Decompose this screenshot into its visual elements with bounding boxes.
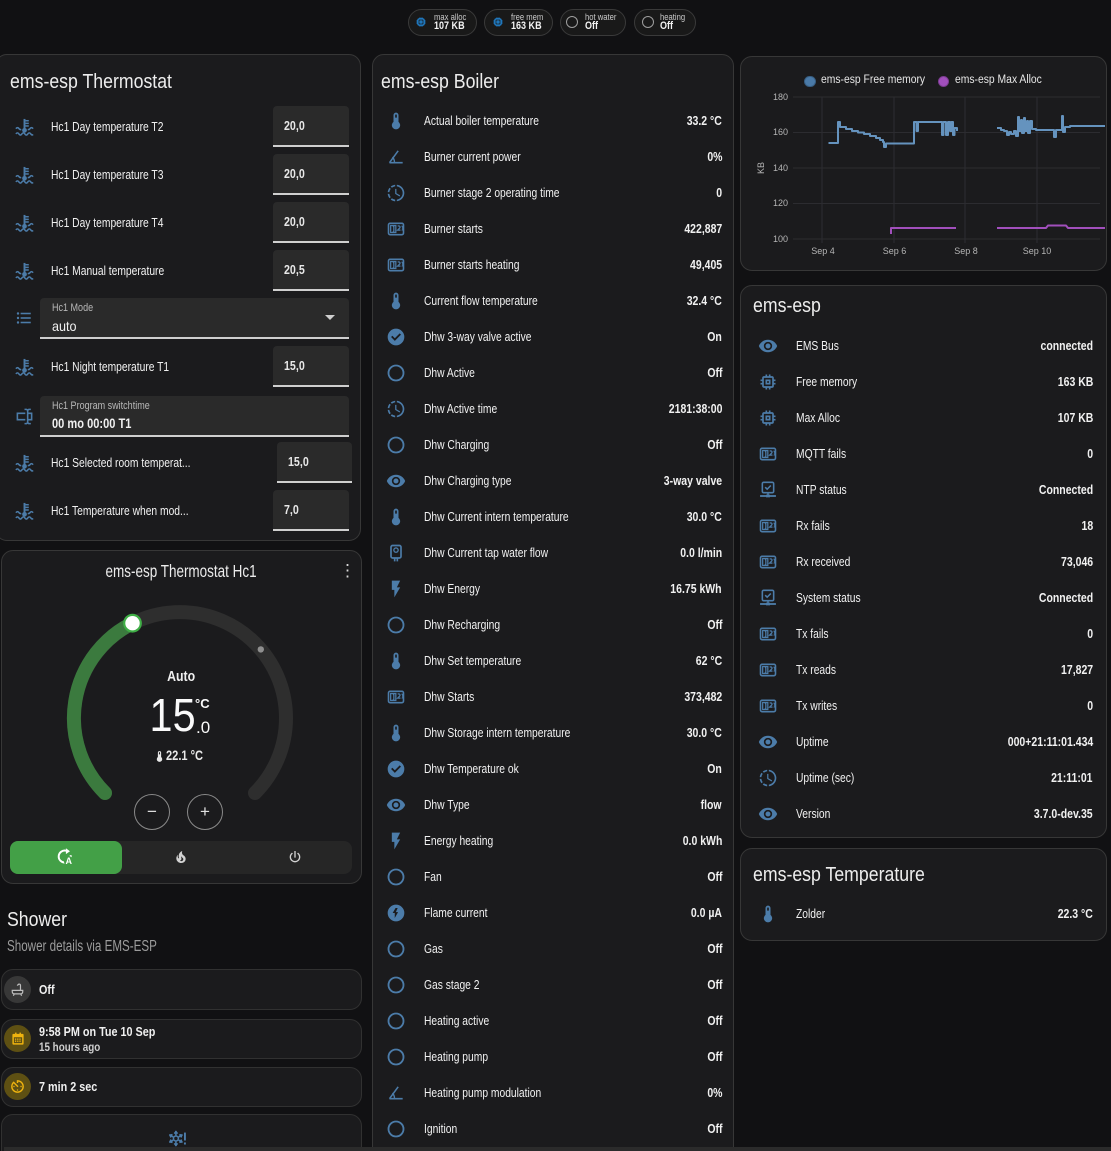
svg-text:A: A bbox=[65, 856, 72, 866]
